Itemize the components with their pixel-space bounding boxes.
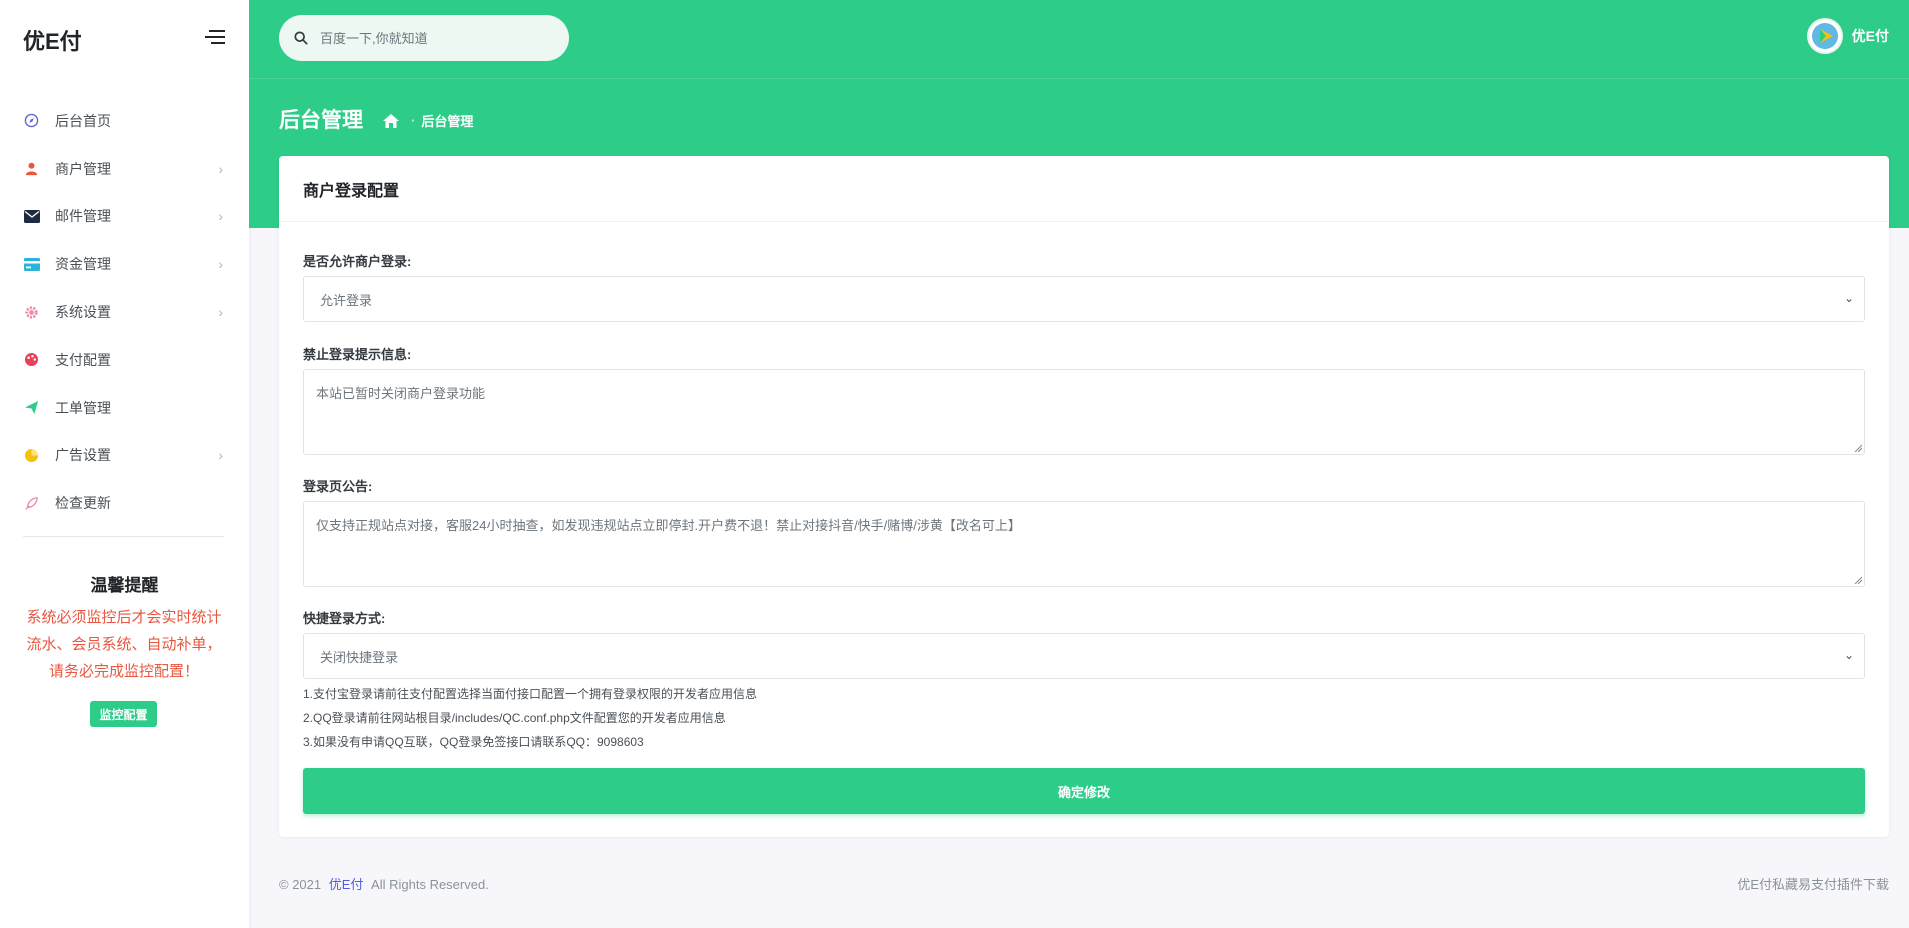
mail-icon [23,208,40,225]
pie-icon [23,447,40,464]
search-input[interactable] [320,30,550,46]
quick-login-label: 快捷登录方式: [303,611,386,626]
footer-copyright: © 2021 优E付 All Rights Reserved. [279,874,489,893]
hint-line: 2.QQ登录请前往网站根目录/includes/QC.conf.php文件配置您… [303,711,726,725]
sidebar-item-payment[interactable]: 支付配置 [0,336,249,384]
breadcrumb-current: 后台管理 [421,114,474,129]
sidebar-item-label: 资金管理 [55,256,111,273]
forbid-msg-label: 禁止登录提示信息: [303,347,412,362]
chevron-down-icon: ⌄ [1843,648,1854,662]
footer-download-link[interactable]: 优E付私藏易支付插件下载 [1737,874,1889,893]
user-icon [23,160,40,177]
chevron-right-icon: › [218,304,223,321]
sidebar-item-mail[interactable]: 邮件管理 › [0,193,249,241]
sidebar-item-tickets[interactable]: 工单管理 [0,384,249,432]
notice-label: 登录页公告: [303,479,373,494]
hint-line: 1.支付宝登录请前往支付配置选择当面付接口配置一个拥有登录权限的开发者应用信息 [303,687,758,701]
allow-login-select[interactable]: 允许登录 ⌄ [303,276,1865,322]
username[interactable]: 优E付 [1852,26,1889,46]
card-title: 商户登录配置 [279,156,1889,222]
search-box [279,15,569,61]
quick-login-select[interactable]: 关闭快捷登录 ⌄ [303,633,1865,679]
sidebar-item-label: 后台首页 [55,112,111,129]
sidebar-item-label: 邮件管理 [55,208,111,225]
quick-login-value: 关闭快捷登录 [320,649,399,665]
chevron-right-icon: › [218,256,223,273]
menu-toggle-icon[interactable] [205,30,225,46]
topbar: 优E付 [249,0,1909,78]
chevron-right-icon: › [218,447,223,464]
sidebar-item-merchants[interactable]: 商户管理 › [0,145,249,193]
sidebar-item-label: 商户管理 [55,160,111,177]
copyright-suffix: All Rights Reserved. [371,877,489,892]
sidebar-item-ads[interactable]: 广告设置 › [0,432,249,480]
tip-text: 系统必须监控后才会实时统计流水、会员系统、自动补单，请务必完成监控配置！ [26,609,222,680]
compass-icon [23,112,40,129]
sidebar-item-label: 工单管理 [55,399,111,416]
forbid-msg-value: 本站已暂时关闭商户登录功能 [316,386,486,401]
chevron-down-icon: ⌄ [1843,291,1854,305]
chevron-right-icon: › [218,160,223,177]
rocket-icon [23,495,40,512]
forbid-msg-textarea[interactable]: 本站已暂时关闭商户登录功能 [303,369,1865,455]
sidebar-item-dashboard[interactable]: 后台首页 [0,97,249,145]
chevron-right-icon: › [218,208,223,225]
breadcrumb-separator: · [411,113,416,128]
notice-value: 仅支持正规站点对接，客服24小时抽查，如发现违规站点立即停封.开户费不退！禁止对… [316,518,1021,533]
resize-grip-icon[interactable] [1854,576,1862,584]
tip-title: 温馨提醒 [90,576,159,595]
brand-logo[interactable]: 优E付 [23,24,82,56]
home-icon[interactable] [383,113,399,128]
gear-icon [23,304,40,321]
send-icon [23,399,40,416]
sidebar-item-funds[interactable]: 资金管理 › [0,240,249,288]
sidebar-item-settings[interactable]: 系统设置 › [0,288,249,336]
sidebar-item-label: 检查更新 [55,495,111,512]
copyright-prefix: © 2021 [279,877,322,892]
breadcrumb: · 后台管理 [383,111,473,130]
search-icon [294,31,308,45]
footer-brand-link[interactable]: 优E付 [329,877,364,892]
allow-login-value: 允许登录 [320,292,373,308]
notice-textarea[interactable]: 仅支持正规站点对接，客服24小时抽查，如发现违规站点立即停封.开户费不退！禁止对… [303,501,1865,587]
card-icon [23,256,40,273]
page-title: 后台管理 [279,109,363,132]
sidebar: 优E付 后台首页 商户管理 › 邮件管理 › 资金管理 › 系统设置 › 支付配… [0,0,249,928]
sidebar-nav: 后台首页 商户管理 › 邮件管理 › 资金管理 › 系统设置 › 支付配置 工单… [0,97,249,527]
palette-icon [23,351,40,368]
sidebar-divider [23,536,224,537]
resize-grip-icon[interactable] [1854,444,1862,452]
sidebar-item-label: 广告设置 [55,447,111,464]
user-menu[interactable]: 优E付 [1806,18,1889,54]
allow-login-label: 是否允许商户登录: [303,254,412,269]
hint-line: 3.如果没有申请QQ互联，QQ登录免签接口请联系QQ：9098603 [303,735,644,749]
monitor-config-button[interactable]: 监控配置 [90,701,157,727]
sidebar-item-label: 系统设置 [55,304,111,321]
sidebar-item-updates[interactable]: 检查更新 [0,479,249,527]
submit-button[interactable]: 确定修改 [303,768,1865,814]
login-config-card: 商户登录配置 是否允许商户登录: 允许登录 ⌄ 禁止登录提示信息: 本站已暂时关… [279,156,1889,837]
sidebar-item-label: 支付配置 [55,351,111,368]
avatar[interactable] [1806,18,1843,54]
